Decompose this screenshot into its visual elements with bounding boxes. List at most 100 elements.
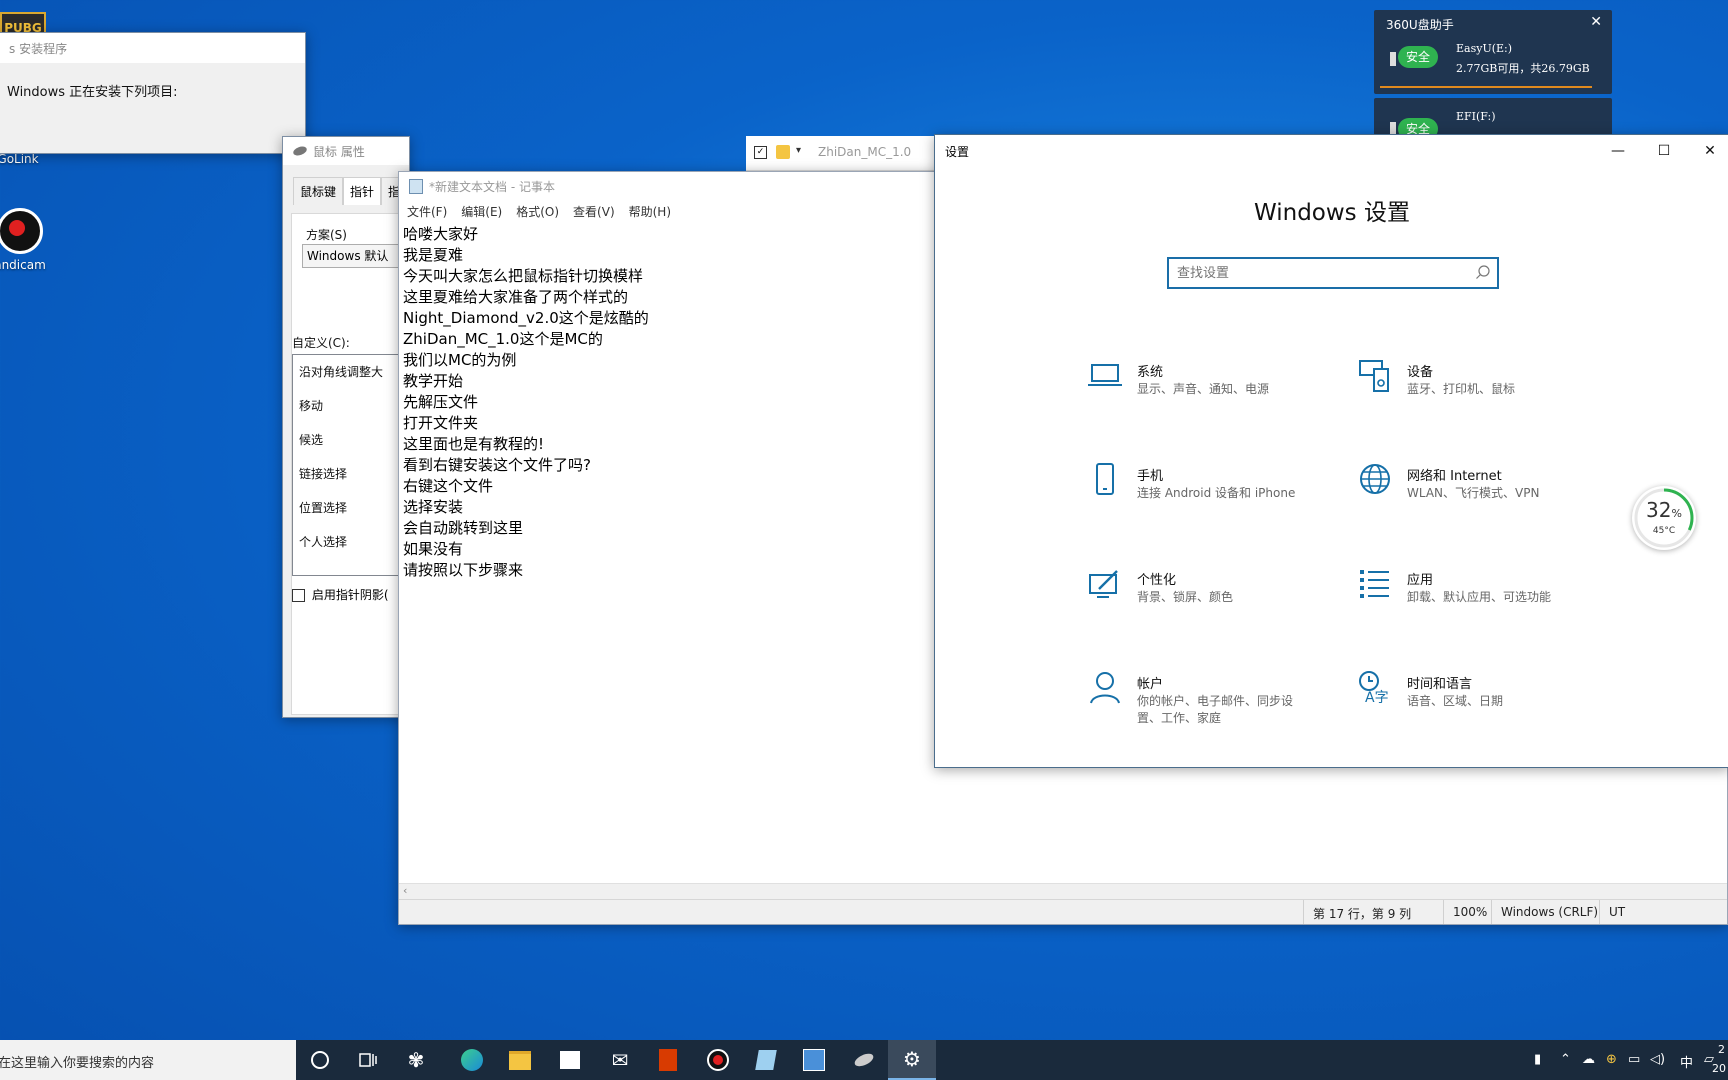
notepad-text-area[interactable]: 哈喽大家好 我是夏难 今天叫大家怎么把鼠标指针切换模样 这里夏难给大家准备了两个… — [403, 224, 649, 581]
person-icon — [1090, 672, 1120, 704]
installer-titlebar[interactable]: s 安装程序 — [0, 33, 305, 63]
cloud-icon[interactable]: ☁ — [1582, 1052, 1595, 1067]
settings-category-devices[interactable]: 设备 蓝牙、打印机、鼠标 — [1357, 357, 1617, 427]
category-desc: 卸载、默认应用、可选功能 — [1407, 590, 1552, 604]
shadow-checkbox[interactable]: 启用指针阴影( — [292, 586, 389, 603]
cpu-usage-gauge[interactable]: 32% 45°C — [1632, 486, 1696, 550]
bandicam-icon — [0, 208, 43, 254]
category-title: 网络和 Internet — [1407, 469, 1502, 484]
scroll-left-icon[interactable]: ‹ — [403, 884, 407, 897]
category-title: 个性化 — [1137, 573, 1177, 588]
maximize-button[interactable]: ☐ — [1641, 135, 1687, 167]
gear-icon: ⚙ — [903, 1047, 921, 1071]
settings-category-phone[interactable]: 手机 连接 Android 设备和 iPhone — [1087, 461, 1347, 531]
notepad-icon — [755, 1050, 777, 1070]
category-title: 系统 — [1137, 365, 1164, 380]
custom-label: 自定义(C): — [292, 336, 350, 350]
text-line: 我们以MC的为例 — [403, 351, 517, 369]
shadow-checkbox-label: 启用指针阴影( — [311, 588, 389, 602]
tab-mouse-buttons[interactable]: 鼠标键 — [293, 177, 344, 205]
settings-heading: Windows 设置 — [1254, 200, 1410, 226]
search-input[interactable] — [1169, 259, 1469, 287]
settings-category-network[interactable]: 网络和 Internet WLAN、飞行模式、VPN — [1357, 461, 1617, 531]
drive-name: EFI(F:) — [1456, 110, 1496, 123]
list-item[interactable]: 位置选择 — [299, 499, 347, 516]
golink-desktop-icon[interactable]: GoLink — [0, 152, 58, 166]
text-line: 这里面也是有教程的! — [403, 435, 545, 453]
tab-pointers[interactable]: 指针 — [343, 177, 382, 205]
taskbar-app-store[interactable] — [546, 1040, 594, 1080]
menu-help[interactable]: 帮助(H) — [629, 203, 671, 220]
store-icon — [560, 1051, 580, 1069]
encoding: UT — [1609, 905, 1626, 919]
taskbar-search-box[interactable]: 在这里输入你要搜索的内容 — [0, 1040, 296, 1080]
task-view-button[interactable] — [344, 1040, 392, 1080]
taskbar-app-office[interactable] — [644, 1040, 692, 1080]
mouse-icon — [852, 1051, 876, 1069]
taskbar-search-text: 在这里输入你要搜索的内容 — [0, 1056, 155, 1071]
apps-icon — [1360, 570, 1389, 598]
taskbar-app-settings[interactable]: ⚙ — [888, 1040, 936, 1080]
category-desc: 蓝牙、打印机、鼠标 — [1407, 382, 1516, 396]
settings-category-time-language[interactable]: A字 时间和语言 语音、区域、日期 — [1357, 669, 1617, 739]
taskbar-app-mouse[interactable] — [840, 1040, 888, 1080]
checkbox-icon: ✓ — [754, 146, 767, 159]
volume-icon[interactable]: ◁) — [1650, 1052, 1665, 1067]
taskbar-app-notepad[interactable] — [742, 1040, 790, 1080]
taskbar-app-pinwheel[interactable]: ✾ — [392, 1040, 440, 1080]
security-icon[interactable]: ⊕ — [1606, 1052, 1617, 1067]
text-line: 打开文件夹 — [403, 414, 479, 432]
taskbar-app-bandicam[interactable] — [694, 1040, 742, 1080]
network-icon[interactable]: ▭ — [1628, 1052, 1640, 1067]
checkbox-box[interactable] — [292, 589, 305, 602]
pinwheel-icon: ✾ — [407, 1048, 425, 1072]
text-line: 教学开始 — [403, 372, 464, 390]
settings-category-system[interactable]: 系统 显示、声音、通知、电源 — [1087, 357, 1347, 427]
category-desc: 连接 Android 设备和 iPhone — [1137, 486, 1296, 500]
category-desc: 你的帐户、电子邮件、同步设置、工作、家庭 — [1137, 694, 1294, 725]
usb-helper-widget: 360U盘助手 ✕ 安全 EasyU(E:) 2.77GB可用，共26.79GB — [1374, 10, 1612, 94]
category-desc: 显示、声音、通知、电源 — [1137, 382, 1270, 396]
text-line: Night_Diamond_v2.0这个是炫酷的 — [403, 309, 649, 327]
category-desc: 背景、锁屏、颜色 — [1137, 590, 1234, 604]
clock-time[interactable]: 2 — [1718, 1043, 1725, 1056]
settings-category-accounts[interactable]: 帐户 你的帐户、电子邮件、同步设置、工作、家庭 — [1087, 669, 1347, 739]
chevron-up-icon[interactable]: ⌃ — [1560, 1052, 1571, 1067]
list-item[interactable]: 链接选择 — [299, 465, 347, 482]
settings-search[interactable] — [1167, 257, 1499, 289]
taskbar-app-installer[interactable] — [790, 1040, 838, 1080]
notepad-title: *新建文本文档 - 记事本 — [429, 179, 555, 194]
minimize-button[interactable]: — — [1595, 135, 1641, 167]
list-item[interactable]: 移动 — [299, 397, 323, 414]
search-icon — [1476, 265, 1490, 279]
clock-date[interactable]: 20 — [1712, 1062, 1726, 1075]
menu-file[interactable]: 文件(F) — [407, 203, 447, 220]
menu-format[interactable]: 格式(O) — [516, 203, 559, 220]
close-button[interactable]: ✕ — [1687, 135, 1728, 167]
taskbar-app-mail[interactable]: ✉ — [596, 1040, 644, 1080]
mouse-properties-window: 鼠标 属性 鼠标键 指针 指 方案(S) Windows 默认 自定义(C): … — [282, 136, 428, 718]
ime-indicator[interactable]: 中 — [1680, 1052, 1693, 1071]
taskbar-app-explorer[interactable] — [496, 1040, 544, 1080]
cortana-button[interactable] — [296, 1040, 344, 1080]
gauge-temp: 45°C — [1652, 526, 1676, 536]
settings-window: 设置 — ☐ ✕ Windows 设置 系统 显示、声音、通知、电源 设备 蓝牙… — [934, 134, 1728, 768]
usb-icon — [1390, 52, 1396, 66]
bandicam-desktop-icon[interactable]: andicam — [0, 208, 60, 272]
list-item[interactable]: 个人选择 — [299, 533, 347, 550]
widget-title: 360U盘助手 — [1386, 18, 1454, 32]
menu-view[interactable]: 查看(V) — [573, 203, 615, 220]
menu-edit[interactable]: 编辑(E) — [461, 203, 502, 220]
battery-icon[interactable]: ▮ — [1534, 1052, 1541, 1067]
mouse-titlebar[interactable]: 鼠标 属性 — [283, 137, 409, 165]
list-item[interactable]: 候选 — [299, 431, 323, 448]
taskbar-app-edge[interactable] — [448, 1040, 496, 1080]
horizontal-scrollbar[interactable]: ‹ — [399, 883, 1727, 900]
text-line: 右键这个文件 — [403, 477, 494, 495]
close-icon[interactable]: ✕ — [1590, 14, 1602, 30]
settings-category-apps[interactable]: 应用 卸载、默认应用、可选功能 — [1357, 565, 1617, 635]
text-line: 哈喽大家好 — [403, 225, 479, 243]
chevron-down-icon[interactable]: ▾ — [796, 145, 801, 156]
settings-category-personalization[interactable]: 个性化 背景、锁屏、颜色 — [1087, 565, 1347, 635]
list-item[interactable]: 沿对角线调整大 — [299, 363, 383, 380]
